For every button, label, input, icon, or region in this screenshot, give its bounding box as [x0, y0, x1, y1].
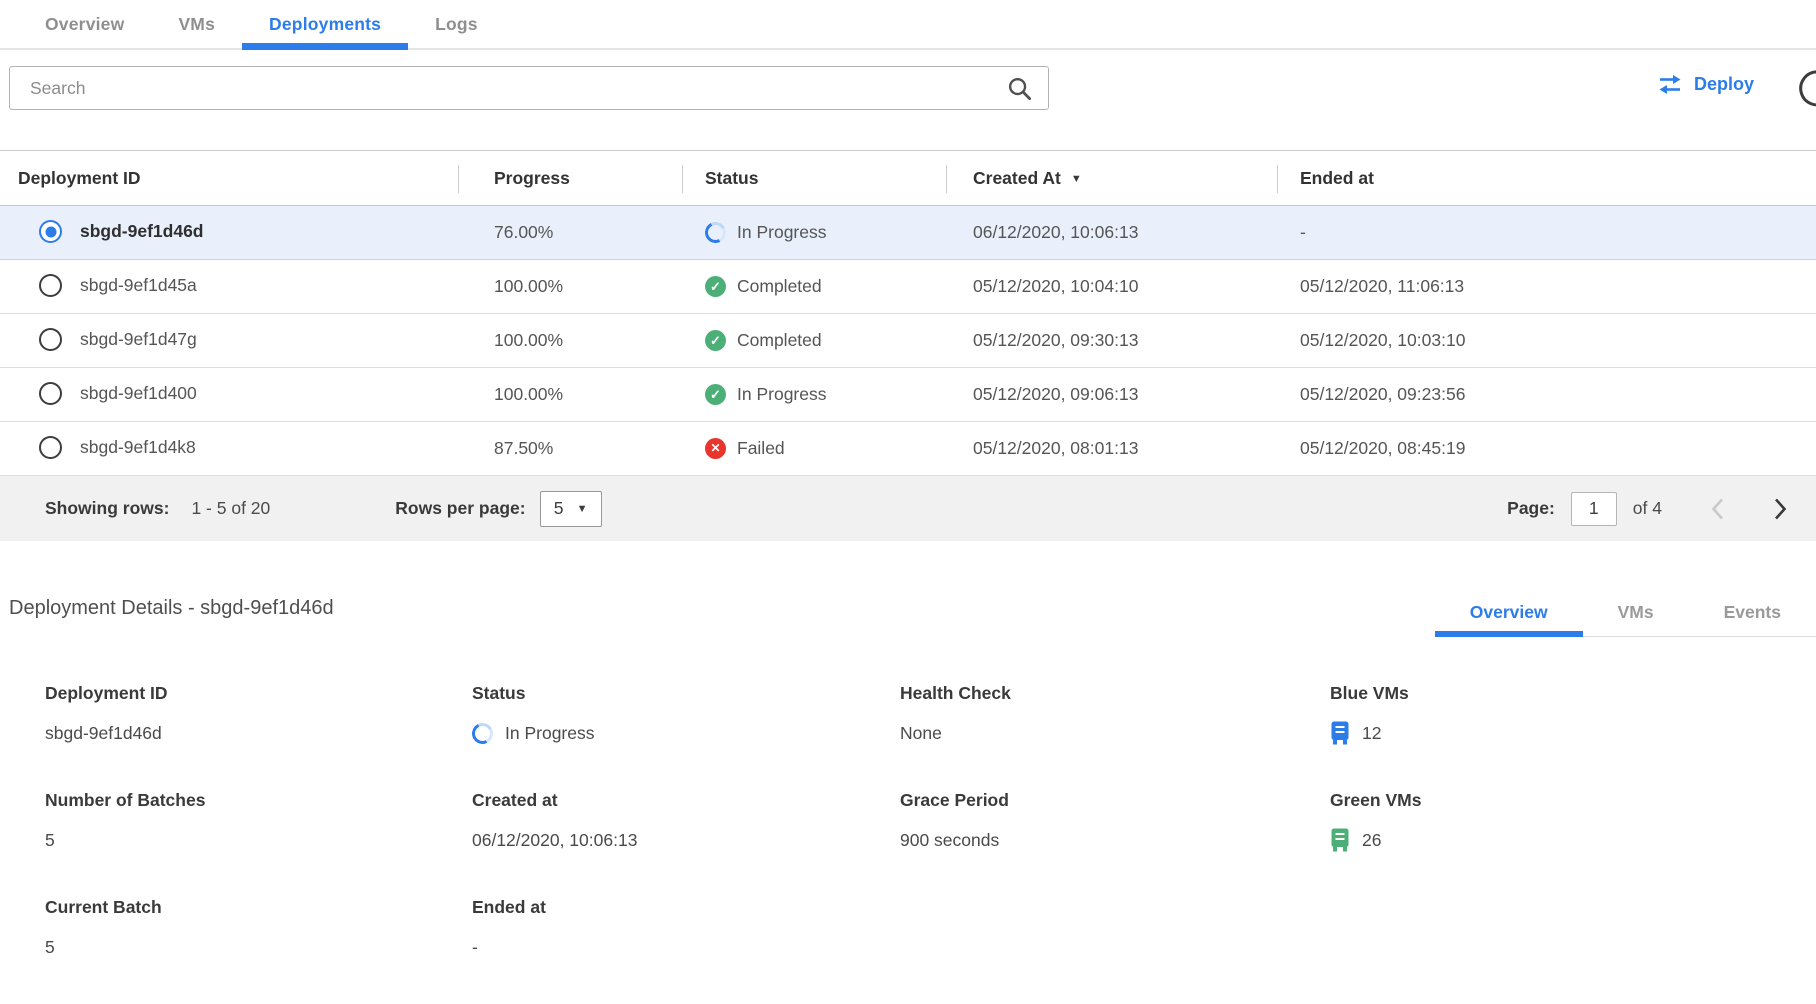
ended-at-value: -	[1277, 206, 1816, 260]
search-input[interactable]	[10, 78, 1006, 99]
progress-value: 76.00%	[458, 206, 682, 260]
deployments-table: Deployment ID Progress Status Created At…	[0, 150, 1816, 476]
rows-per-page-select[interactable]: 5 ▼	[540, 491, 602, 527]
in-progress-spinner-icon	[702, 219, 728, 245]
page-number-input[interactable]	[1571, 492, 1617, 526]
status-label: Completed	[737, 330, 822, 351]
details-tab-vms[interactable]: VMs	[1583, 602, 1689, 636]
ended-at-value: 05/12/2020, 10:03:10	[1277, 314, 1816, 368]
showing-rows-value: 1 - 5 of 20	[191, 498, 270, 519]
ended-at-value: 05/12/2020, 11:06:13	[1277, 260, 1816, 314]
deployment-id: sbgd-9ef1d4k8	[80, 437, 196, 457]
field-status: Status In Progress	[472, 683, 900, 746]
created-at-value: 05/12/2020, 09:06:13	[946, 368, 1277, 422]
ended-at-value: 05/12/2020, 09:23:56	[1277, 368, 1816, 422]
created-at-value: 06/12/2020, 10:06:13	[946, 206, 1277, 260]
status-label: Completed	[737, 276, 822, 297]
blue-vm-server-icon	[1330, 721, 1350, 745]
field-health-check: Health Check None	[900, 683, 1330, 746]
row-radio[interactable]	[39, 382, 62, 405]
rows-per-page-value: 5	[554, 498, 564, 519]
created-at-value: 05/12/2020, 09:30:13	[946, 314, 1277, 368]
search-icon[interactable]	[1006, 75, 1033, 102]
completed-check-icon	[705, 276, 726, 297]
field-created-at: Created at 06/12/2020, 10:06:13	[472, 790, 900, 853]
toolbar: Deploy	[9, 66, 1816, 110]
tab-vms[interactable]: VMs	[151, 0, 242, 48]
deployment-id: sbgd-9ef1d46d	[80, 221, 204, 241]
col-created-at[interactable]: Created At▼	[946, 151, 1277, 206]
chevron-right-icon[interactable]	[1773, 497, 1788, 521]
refresh-icon[interactable]	[1796, 69, 1816, 116]
in-progress-spinner-icon	[469, 720, 495, 746]
field-number-of-batches: Number of Batches 5	[45, 790, 472, 853]
field-current-batch: Current Batch 5	[45, 897, 472, 960]
page-total: of 4	[1633, 498, 1662, 519]
col-ended-at[interactable]: Ended at	[1277, 151, 1816, 206]
sort-descending-icon[interactable]: ▼	[1071, 173, 1082, 185]
status-label: In Progress	[737, 222, 826, 243]
details-title: Deployment Details - sbgd-9ef1d46d	[9, 597, 334, 637]
progress-value: 100.00%	[458, 368, 682, 422]
table-header-row: Deployment ID Progress Status Created At…	[0, 151, 1816, 206]
tab-deployments[interactable]: Deployments	[242, 0, 408, 48]
table-row[interactable]: sbgd-9ef1d47g 100.00% Completed 05/12/20…	[0, 314, 1816, 368]
details-tab-overview[interactable]: Overview	[1435, 602, 1583, 636]
table-row[interactable]: sbgd-9ef1d4k8 87.50% Failed 05/12/2020, …	[0, 422, 1816, 476]
created-at-value: 05/12/2020, 10:04:10	[946, 260, 1277, 314]
field-ended-at: Ended at -	[472, 897, 900, 960]
tab-overview[interactable]: Overview	[18, 0, 151, 48]
col-status[interactable]: Status	[682, 151, 946, 206]
deployment-id: sbgd-9ef1d400	[80, 383, 197, 403]
search-box[interactable]	[9, 66, 1049, 110]
deploy-button[interactable]: Deploy	[1657, 74, 1754, 95]
status-label: Failed	[737, 438, 785, 459]
progress-value: 87.50%	[458, 422, 682, 476]
tab-logs[interactable]: Logs	[408, 0, 505, 48]
table-row[interactable]: sbgd-9ef1d45a 100.00% Completed 05/12/20…	[0, 260, 1816, 314]
row-radio[interactable]	[39, 328, 62, 351]
col-progress[interactable]: Progress	[458, 151, 682, 206]
row-radio[interactable]	[39, 274, 62, 297]
progress-value: 100.00%	[458, 260, 682, 314]
failed-x-icon	[705, 438, 726, 459]
row-radio[interactable]	[39, 436, 62, 459]
field-blue-vms: Blue VMs 12	[1330, 683, 1816, 746]
details-grid: Deployment ID sbgd-9ef1d46d Status In Pr…	[0, 683, 1816, 1004]
field-deployment-id: Deployment ID sbgd-9ef1d46d	[45, 683, 472, 746]
showing-rows-label: Showing rows:	[45, 498, 169, 519]
deployment-id: sbgd-9ef1d47g	[80, 329, 197, 349]
field-green-vms: Green VMs 26	[1330, 790, 1816, 853]
green-vm-server-icon	[1330, 828, 1350, 852]
details-tab-events[interactable]: Events	[1689, 602, 1816, 636]
table-row[interactable]: sbgd-9ef1d46d 76.00% In Progress 06/12/2…	[0, 206, 1816, 260]
col-deployment-id[interactable]: Deployment ID	[0, 151, 458, 206]
created-at-value: 05/12/2020, 08:01:13	[946, 422, 1277, 476]
progress-value: 100.00%	[458, 314, 682, 368]
pagination-bar: Showing rows: 1 - 5 of 20 Rows per page:…	[0, 476, 1816, 541]
deployment-id: sbgd-9ef1d45a	[80, 275, 197, 295]
chevron-down-icon: ▼	[577, 503, 588, 515]
deploy-button-label: Deploy	[1694, 74, 1754, 95]
row-radio-selected[interactable]	[39, 220, 62, 243]
status-label: In Progress	[737, 384, 826, 405]
rows-per-page-label: Rows per page:	[395, 498, 525, 519]
completed-check-icon	[705, 330, 726, 351]
top-tab-bar: Overview VMs Deployments Logs	[0, 0, 1816, 50]
chevron-left-icon[interactable]	[1710, 497, 1725, 521]
ended-at-value: 05/12/2020, 08:45:19	[1277, 422, 1816, 476]
page-label: Page:	[1507, 498, 1555, 519]
completed-check-icon	[705, 384, 726, 405]
details-tab-bar: Overview VMs Events	[1435, 602, 1816, 637]
field-grace-period: Grace Period 900 seconds	[900, 790, 1330, 853]
deploy-swap-arrows-icon	[1657, 74, 1683, 95]
table-row[interactable]: sbgd-9ef1d400 100.00% In Progress 05/12/…	[0, 368, 1816, 422]
